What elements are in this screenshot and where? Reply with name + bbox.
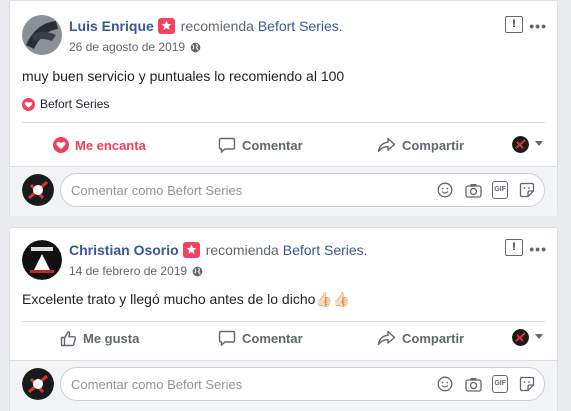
report-icon[interactable]: !	[505, 239, 523, 256]
page-avatar	[22, 368, 54, 400]
recommend-icon	[182, 242, 200, 258]
share-button[interactable]: Compartir	[377, 323, 464, 353]
emoji-icon[interactable]	[436, 181, 454, 199]
page-avatar	[22, 174, 54, 206]
comment-input[interactable]: Comentar como Befort Series GIF	[60, 173, 545, 207]
share-label: Compartir	[402, 330, 465, 346]
camera-icon[interactable]	[464, 375, 482, 393]
share-button[interactable]: Compartir	[377, 130, 464, 160]
love-label: Me encanta	[75, 137, 146, 153]
chevron-down-icon[interactable]	[535, 141, 543, 146]
sticker-icon[interactable]	[518, 181, 536, 199]
comment-label: Comentar	[242, 137, 303, 153]
emoji-icon[interactable]	[436, 375, 454, 393]
comment-composer: Comentar como Befort Series GIF	[10, 360, 557, 411]
avatar[interactable]	[22, 240, 62, 280]
recommends-text: recomienda	[180, 18, 254, 34]
globe-icon	[190, 42, 201, 52]
sticker-icon[interactable]	[518, 375, 536, 393]
camera-icon[interactable]	[464, 181, 482, 199]
post-card-1: Luis Enrique recomienda Befort Series. 2…	[9, 0, 558, 216]
like-button[interactable]: Me gusta	[60, 323, 139, 353]
heart-reaction-icon	[22, 97, 35, 111]
like-label: Me gusta	[83, 330, 140, 346]
recommend-icon	[157, 18, 175, 34]
comment-label: Comentar	[242, 330, 303, 346]
chevron-down-icon[interactable]	[535, 334, 543, 339]
post-text: Excelente trato y llegó mucho antes de l…	[22, 291, 351, 307]
page-avatar-selector[interactable]	[512, 136, 529, 153]
post-card-2: Christian Osorio recomienda Befort Serie…	[9, 227, 558, 411]
divider	[22, 122, 545, 123]
comment-icon	[218, 330, 236, 347]
globe-icon	[192, 266, 203, 276]
post-text: muy buen servicio y puntuales lo recomie…	[22, 68, 345, 84]
more-options-icon[interactable]: •••	[529, 241, 547, 257]
thumbs-up-icon	[60, 330, 76, 346]
gif-icon[interactable]: GIF	[492, 181, 508, 199]
comment-icon	[218, 137, 236, 154]
share-icon	[377, 137, 396, 153]
comment-input[interactable]: Comentar como Befort Series GIF	[60, 367, 545, 401]
page-link[interactable]: Befort Series.	[258, 18, 343, 34]
comment-placeholder: Comentar como Befort Series	[71, 377, 243, 392]
author-name[interactable]: Christian Osorio	[69, 242, 179, 258]
comment-button[interactable]: Comentar	[218, 130, 303, 160]
page-avatar-selector[interactable]	[512, 329, 529, 346]
reaction-name[interactable]: Befort Series	[40, 97, 109, 111]
divider	[22, 321, 545, 322]
share-label: Compartir	[402, 137, 465, 153]
share-icon	[377, 330, 396, 346]
author-name[interactable]: Luis Enrique	[69, 18, 154, 34]
comment-button[interactable]: Comentar	[218, 323, 303, 353]
post-date[interactable]: 14 de febrero de 2019	[69, 264, 187, 278]
recommends-text: recomienda	[205, 242, 279, 258]
heart-icon	[53, 137, 69, 153]
comment-placeholder: Comentar como Befort Series	[71, 183, 243, 198]
more-options-icon[interactable]: •••	[529, 18, 547, 34]
comment-composer: Comentar como Befort Series GIF	[10, 166, 557, 216]
love-button[interactable]: Me encanta	[53, 130, 146, 160]
report-icon[interactable]: !	[505, 16, 523, 33]
post-date[interactable]: 26 de agosto de 2019	[69, 40, 185, 54]
avatar[interactable]	[22, 15, 62, 55]
page-link[interactable]: Befort Series.	[283, 242, 368, 258]
gif-icon[interactable]: GIF	[492, 375, 508, 393]
